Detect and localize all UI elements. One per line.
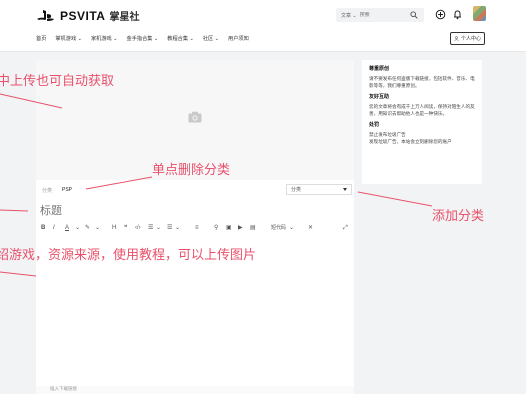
site-logo[interactable]: PSVITA 掌星社 <box>36 8 139 23</box>
nav-item-tutorials[interactable]: 教程合集 ⌄ <box>167 35 194 42</box>
search-icon[interactable] <box>410 11 418 19</box>
align-button[interactable]: ≡ <box>195 224 199 232</box>
user-icon <box>454 36 459 41</box>
fullscreen-button[interactable]: ⤢ <box>343 224 348 232</box>
rule-respect-original: 尊重原创 请不要发布任何盗版下载链接，包括软件、音乐、电影等等，我们尊重原创。 <box>369 66 475 88</box>
top-header: PSVITA 掌星社 文章 ⌄ 首页 掌机游戏 ⌄ 家机游戏 ⌄ 金手指合集 ⌄… <box>0 0 526 52</box>
main-nav: 首页 掌机游戏 ⌄ 家机游戏 ⌄ 金手指合集 ⌄ 教程合集 ⌄ 社区 ⌄ 用户须… <box>36 35 249 42</box>
rule-friendly: 友好互助 您的文章将会有成千上万人阅读，保持对陌生人的友善，用知识去帮助他人也是… <box>369 94 475 116</box>
chevron-down-icon[interactable]: ⌄ <box>95 224 100 232</box>
logo-chinese-text: 掌星社 <box>109 12 140 23</box>
add-circle-icon[interactable] <box>435 9 446 20</box>
ordered-list-button[interactable]: ☰ <box>148 224 153 232</box>
video-button[interactable]: ▶ <box>238 224 243 232</box>
horizontal-rule-button[interactable]: ▤ <box>250 224 256 232</box>
image-button[interactable]: ▣ <box>226 224 232 232</box>
chevron-down-icon[interactable]: ⌄ <box>75 224 80 232</box>
font-color-button[interactable]: A <box>65 224 69 232</box>
italic-button[interactable]: I <box>53 224 55 232</box>
heading-button[interactable]: H <box>112 224 116 232</box>
editor-toolbar: B I A ⌄ ✎ ⌄ H ❝ ‹/› ☰ ⌄ ☰ ⌄ ≡ ⚲ ▣ ▶ ▤ 短代… <box>36 222 354 234</box>
chevron-down-icon[interactable]: ⌄ <box>175 224 180 232</box>
nav-item-home[interactable]: 首页 <box>36 35 46 42</box>
nav-item-community[interactable]: 社区 ⌄ <box>203 35 219 42</box>
search-bar: 文章 ⌄ <box>336 8 424 22</box>
annotation-delete-category: 单点删除分类 <box>152 162 231 177</box>
chevron-down-icon <box>343 188 347 191</box>
highlight-button[interactable]: ✎ <box>85 224 90 232</box>
user-center-button[interactable]: 个人中心 <box>450 32 485 45</box>
category-tag[interactable]: PSP <box>62 187 72 193</box>
bell-icon[interactable] <box>452 9 463 20</box>
category-select[interactable]: 分类 <box>286 184 352 195</box>
annotation-content-hint: 绍游戏，资源来源，使用教程，可以上传图片 <box>0 247 257 262</box>
camera-icon <box>188 111 202 123</box>
download-link-section[interactable]: 插入下载链接 <box>36 386 354 394</box>
search-input[interactable] <box>359 12 408 18</box>
chevron-down-icon[interactable]: ⌄ <box>289 224 294 232</box>
nav-item-console-games[interactable]: 家机游戏 ⌄ <box>91 35 118 42</box>
nav-item-cheats[interactable]: 金手指合集 ⌄ <box>127 35 159 42</box>
chevron-down-icon[interactable]: ⌄ <box>156 224 161 232</box>
shortcode-button[interactable]: 短代码 <box>271 224 286 232</box>
search-scope-dropdown[interactable]: 文章 ⌄ <box>336 12 360 19</box>
post-editor: 分类 PSP 分类 B I A ⌄ ✎ ⌄ H ❝ ‹/› ☰ ⌄ ☰ ⌄ ≡ … <box>36 60 354 394</box>
rule-punishment: 处罚 禁止发布垃圾广告 发现垃圾广告，本站会立刻删除您的账户 <box>369 122 452 144</box>
clear-format-button[interactable]: ✕ <box>308 224 313 232</box>
quote-button[interactable]: ❝ <box>124 224 127 232</box>
annotation-cover-upload: 中上传也可自动获取 <box>0 73 115 88</box>
annotation-add-category: 添加分类 <box>432 208 485 223</box>
link-button[interactable]: ⚲ <box>214 224 218 232</box>
code-button[interactable]: ‹/› <box>135 224 141 232</box>
posting-rules-card: 尊重原创 请不要发布任何盗版下载链接，包括软件、音乐、电影等等，我们尊重原创。 … <box>362 60 482 184</box>
nav-item-handheld-games[interactable]: 掌机游戏 ⌄ <box>55 35 82 42</box>
title-input[interactable] <box>40 203 340 219</box>
nav-item-user-notice[interactable]: 用户须知 <box>228 35 249 42</box>
playstation-logo-icon <box>37 9 54 21</box>
logo-text: PSVITA <box>60 8 106 23</box>
unordered-list-button[interactable]: ☰ <box>167 224 172 232</box>
category-label: 分类 <box>42 188 53 194</box>
avatar[interactable] <box>473 6 486 21</box>
bold-button[interactable]: B <box>41 224 45 232</box>
category-row: 分类 PSP 分类 <box>36 184 354 196</box>
